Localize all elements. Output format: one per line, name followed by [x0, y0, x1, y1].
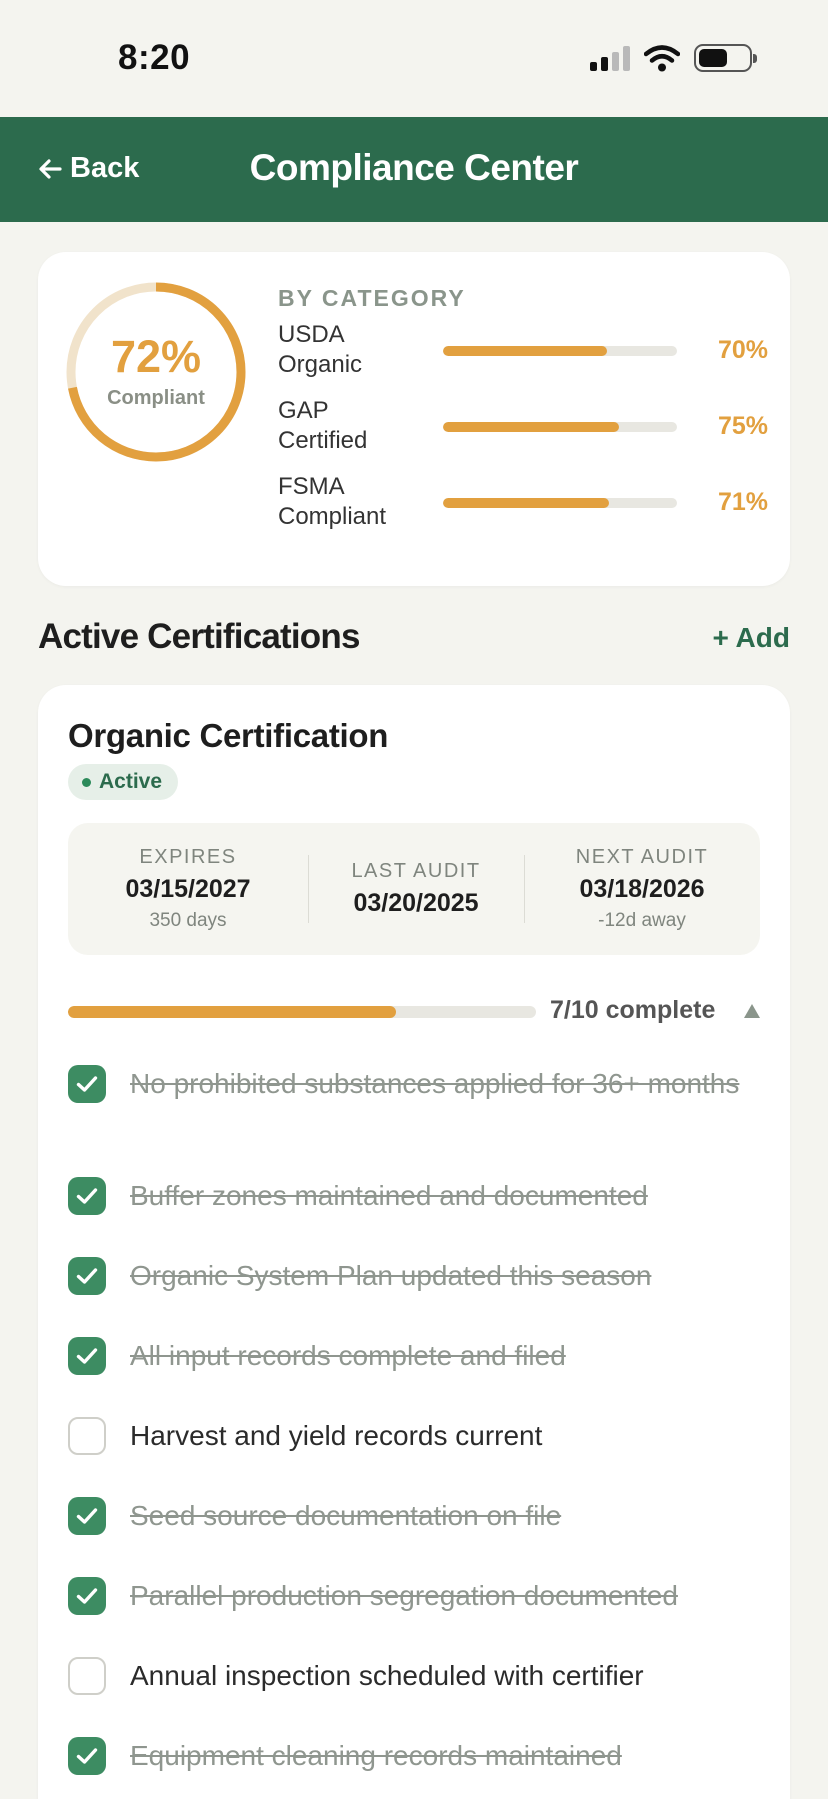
- checkbox[interactable]: [68, 1417, 106, 1455]
- progress-bar: [68, 1006, 536, 1018]
- checklist-item: All input records complete and filed: [68, 1335, 760, 1377]
- last-audit-date: 03/20/2025: [353, 889, 479, 917]
- status-bar: 8:20: [0, 0, 828, 117]
- checkbox[interactable]: [68, 1177, 106, 1215]
- overall-label: Compliant: [107, 387, 205, 409]
- category-bar-fill: [443, 346, 607, 356]
- expires-column: EXPIRES 03/15/2027 350 days: [68, 823, 308, 955]
- next-audit-date: 03/18/2026: [579, 875, 705, 903]
- category-name: FSMA Compliant: [278, 473, 387, 530]
- certification-title: Organic Certification: [68, 717, 389, 754]
- wifi-icon: [644, 44, 680, 71]
- status-label: Active: [99, 770, 163, 793]
- checkbox[interactable]: [68, 1657, 106, 1695]
- checklist-item: Equipment cleaning records maintained: [68, 1735, 760, 1777]
- last-audit-label: LAST AUDIT: [351, 860, 481, 882]
- checklist-item-text: Annual inspection scheduled with certifi…: [130, 1660, 644, 1691]
- page-title: Compliance Center: [249, 147, 579, 188]
- checklist-item-text: Equipment cleaning records maintained: [130, 1740, 622, 1771]
- checkbox[interactable]: [68, 1257, 106, 1295]
- progress-bar-fill: [68, 1006, 396, 1018]
- dates-panel: EXPIRES 03/15/2027 350 days LAST AUDIT 0…: [68, 823, 760, 955]
- section-title: Active Certifications: [38, 617, 360, 656]
- checkmark-icon: [76, 1268, 98, 1284]
- expires-remaining: 350 days: [149, 910, 227, 931]
- category-row-gap: GAP Certified 75%: [278, 396, 768, 460]
- checkmark-icon: [76, 1748, 98, 1764]
- category-percentage: 71%: [717, 488, 768, 516]
- overall-percentage: 72%: [110, 331, 202, 382]
- category-row-usda: USDA Organic 70%: [278, 320, 768, 384]
- checklist-item-text: No prohibited substances applied for 36+…: [130, 1068, 740, 1099]
- checkmark-icon: [76, 1076, 98, 1092]
- category-bar-fill: [443, 422, 619, 432]
- battery-icon: [694, 44, 757, 72]
- ring-text: 72% Compliant: [66, 282, 246, 462]
- checklist-item: Parallel production segregation document…: [68, 1575, 760, 1617]
- certification-card: Organic Certification Active EXPIRES 03/…: [38, 685, 790, 1799]
- category-percentage: 70%: [717, 336, 768, 364]
- checkmark-icon: [76, 1188, 98, 1204]
- next-audit-remaining: -12d away: [598, 910, 686, 931]
- category-bar: [443, 498, 677, 508]
- category-bar: [443, 346, 677, 356]
- progress-text: 7/10 complete: [550, 996, 716, 1024]
- category-bar: [443, 422, 677, 432]
- checklist-item-text: Parallel production segregation document…: [130, 1580, 678, 1611]
- checkbox[interactable]: [68, 1577, 106, 1615]
- cellular-signal-icon: [590, 45, 630, 71]
- expires-label: EXPIRES: [139, 846, 237, 868]
- category-heading: BY CATEGORY: [278, 285, 466, 311]
- checkbox[interactable]: [68, 1065, 106, 1103]
- checklist-item-text: Seed source documentation on file: [130, 1500, 562, 1531]
- checkbox[interactable]: [68, 1497, 106, 1535]
- status-dot-icon: [82, 777, 91, 787]
- category-row-fsma: FSMA Compliant 71%: [278, 472, 768, 536]
- checkmark-icon: [76, 1508, 98, 1524]
- next-audit-label: NEXT AUDIT: [575, 846, 709, 868]
- checklist-item: Annual inspection scheduled with certifi…: [68, 1655, 760, 1697]
- checklist-item: Buffer zones maintained and documented: [68, 1175, 760, 1217]
- checklist-item-text: All input records complete and filed: [130, 1340, 566, 1371]
- checklist-item: Harvest and yield records current: [68, 1415, 760, 1457]
- checklist-item: Seed source documentation on file: [68, 1495, 760, 1537]
- app-header: Back Compliance Center: [0, 117, 828, 222]
- checkbox[interactable]: [68, 1737, 106, 1775]
- checklist-item: No prohibited substances applied for 36+…: [68, 1063, 760, 1105]
- checklist-item-text: Organic System Plan updated this season: [130, 1260, 652, 1291]
- checklist-progress: 7/10 complete: [68, 991, 760, 1031]
- last-audit-column: LAST AUDIT 03/20/2025: [308, 823, 524, 955]
- checklist-item: Organic System Plan updated this season: [68, 1255, 760, 1297]
- collapse-triangle-icon[interactable]: [744, 1004, 760, 1018]
- category-name: GAP Certified: [278, 397, 368, 454]
- status-badge: Active: [68, 764, 179, 800]
- category-name: USDA Organic: [278, 321, 363, 378]
- expires-date: 03/15/2027: [125, 875, 251, 903]
- status-icons: [590, 44, 757, 72]
- next-audit-column: NEXT AUDIT 03/18/2026 -12d away: [524, 823, 760, 955]
- add-certification-button[interactable]: + Add: [712, 622, 790, 654]
- category-percentage: 75%: [717, 412, 768, 440]
- checklist-item-text: Harvest and yield records current: [130, 1420, 543, 1451]
- checkmark-icon: [76, 1348, 98, 1364]
- status-time: 8:20: [118, 38, 191, 77]
- checkmark-icon: [76, 1588, 98, 1604]
- checklist-item-text: Buffer zones maintained and documented: [130, 1180, 648, 1211]
- checkbox[interactable]: [68, 1337, 106, 1375]
- compliance-summary-card: 72% Compliant BY CATEGORY USDA Organic 7…: [38, 252, 790, 586]
- category-bar-fill: [443, 498, 610, 508]
